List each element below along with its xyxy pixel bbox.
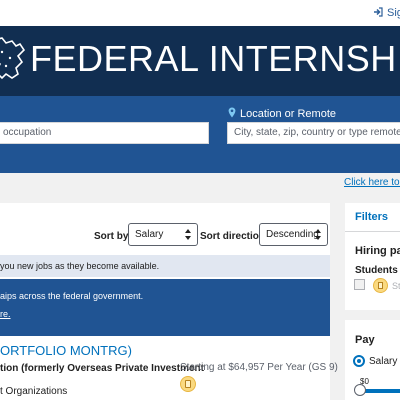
top-bar: Sig	[0, 0, 400, 26]
sort-by-label: Sort by	[94, 231, 129, 242]
job-department: t Organizations	[0, 386, 68, 397]
students-label: Students &	[355, 265, 400, 276]
divider	[345, 231, 400, 232]
location-placeholder: City, state, zip, country or type remote	[234, 127, 400, 138]
job-agency: tion (formerly Overseas Private Investme…	[0, 363, 204, 374]
keyword-search-input[interactable]: occupation	[0, 122, 209, 144]
sign-in-icon	[374, 7, 383, 17]
job-listing: ORTFOLIO MONTRG) tion (formerly Overseas…	[0, 343, 338, 400]
search-help-link[interactable]: Click here to se	[344, 177, 400, 188]
students-item-label: St	[392, 281, 400, 291]
site-title: FEDERAL INTERNSHIP PO	[30, 38, 400, 79]
info-link[interactable]: re.	[0, 309, 11, 319]
filters-panel: Filters Hiring pat Students & St Pay Sal…	[345, 203, 400, 400]
salary-radio[interactable]	[353, 355, 365, 367]
sign-in-label: Sig	[387, 7, 400, 19]
hiring-path-label: Hiring pat	[355, 245, 400, 257]
select-arrows-icon	[315, 229, 321, 240]
sort-direction-select[interactable]: Descending	[259, 223, 328, 246]
salary-option-label: Salary	[369, 356, 398, 367]
results-panel: Sort by Salary Sort direction Descending…	[0, 203, 338, 400]
students-checkbox[interactable]	[354, 279, 365, 290]
search-band: Location or Remote occupation City, stat…	[0, 96, 400, 173]
location-search-input[interactable]: City, state, zip, country or type remote	[227, 122, 400, 144]
sort-row: Sort by Salary Sort direction Descending	[0, 203, 330, 253]
sort-by-select[interactable]: Salary	[128, 223, 198, 246]
job-salary: Starting at $64,957 Per Year (GS 9)	[180, 362, 338, 373]
salary-slider-handle[interactable]	[354, 384, 366, 396]
location-label: Location or Remote	[228, 107, 336, 120]
us-map-icon	[0, 37, 26, 80]
student-badge-icon	[180, 376, 196, 392]
job-title-link[interactable]: ORTFOLIO MONTRG)	[0, 343, 132, 358]
select-arrows-icon	[185, 229, 191, 240]
filters-title: Filters	[355, 211, 389, 223]
sign-in-link[interactable]: Sig	[373, 7, 400, 19]
sort-direction-value: Descending	[266, 229, 319, 240]
pay-label: Pay	[355, 334, 375, 346]
info-box: aips across the federal government. re.	[0, 279, 330, 336]
info-text: aips across the federal government.	[0, 291, 144, 301]
location-pin-icon	[228, 107, 236, 118]
site-banner: FEDERAL INTERNSHIP PO	[0, 26, 400, 96]
keyword-placeholder: occupation	[3, 127, 52, 138]
job-alert-bar: you new jobs as they become available.	[0, 255, 330, 277]
student-badge-icon	[373, 278, 388, 293]
location-label-text: Location or Remote	[240, 108, 336, 120]
divider	[345, 310, 400, 320]
sort-by-value: Salary	[135, 229, 164, 240]
sort-direction-label: Sort direction	[200, 231, 266, 242]
